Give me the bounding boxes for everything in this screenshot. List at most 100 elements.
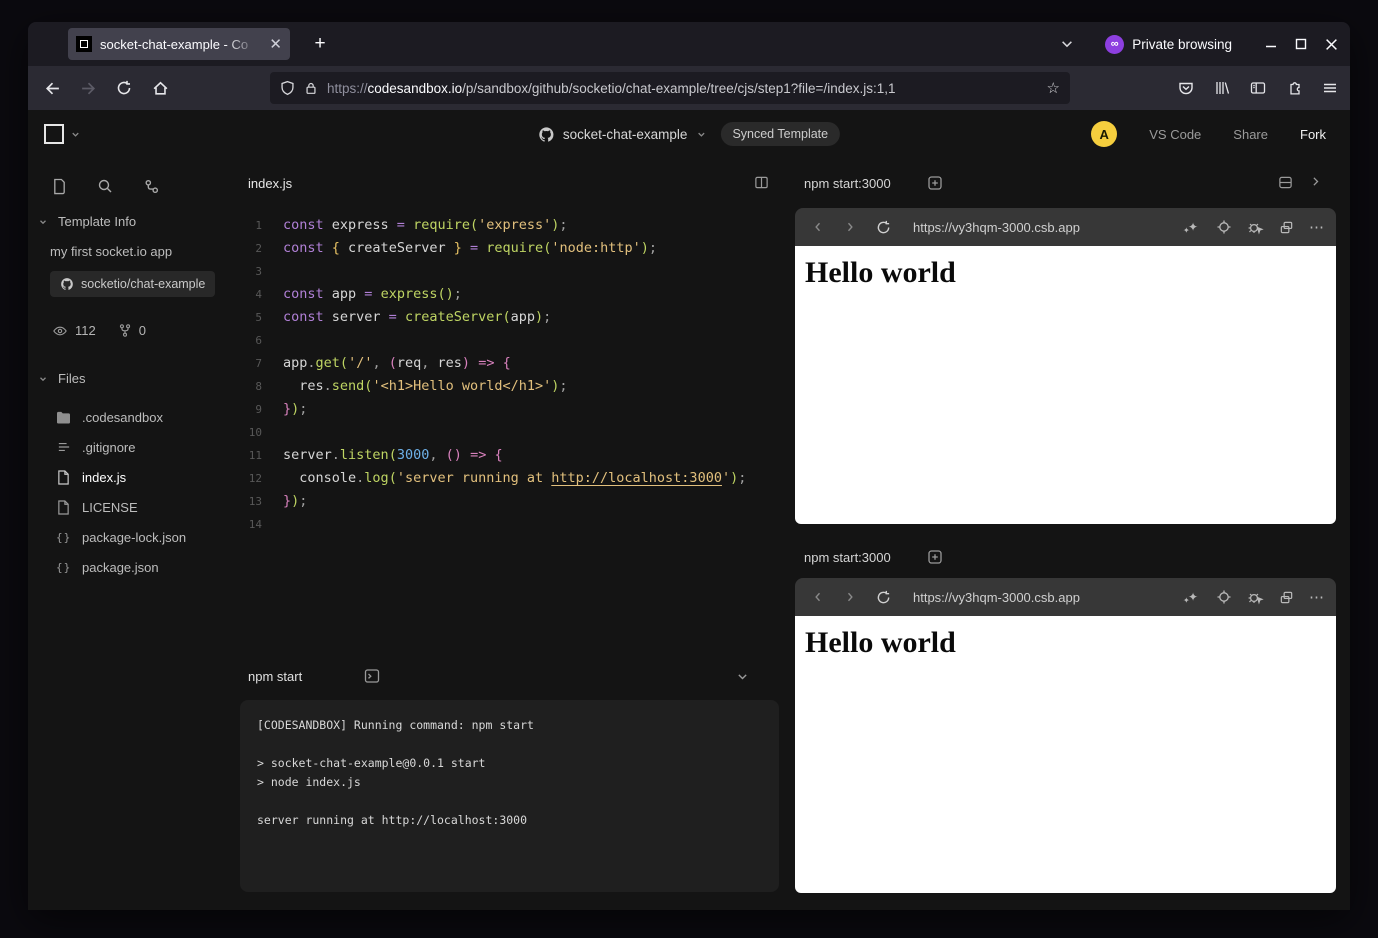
code-line[interactable]: 1const express = require('express'); <box>240 214 795 237</box>
code-line[interactable]: 8 res.send('<h1>Hello world</h1>'); <box>240 375 795 398</box>
project-title-group[interactable]: socket-chat-example Synced Template <box>538 110 840 158</box>
preview-back-icon[interactable] <box>807 221 829 233</box>
file-item-package-lock[interactable]: {} package-lock.json <box>56 526 186 548</box>
code-line[interactable]: 12 console.log('server running at http:/… <box>240 467 795 490</box>
back-button[interactable] <box>38 74 66 102</box>
preview-reload-icon[interactable] <box>871 590 895 605</box>
inspect-crosshair-icon[interactable] <box>1216 589 1232 605</box>
collapse-panel-chevron-icon[interactable] <box>1309 175 1322 190</box>
gitignore-list-icon <box>56 441 71 453</box>
code-editor[interactable]: 1const express = require('express');2con… <box>240 208 795 536</box>
search-icon[interactable] <box>97 178 113 194</box>
line-content: }); <box>283 490 307 513</box>
line-content: res.send('<h1>Hello world</h1>'); <box>283 375 568 398</box>
fork-button[interactable]: Fork <box>1300 127 1326 142</box>
inspect-crosshair-icon[interactable] <box>1216 219 1232 235</box>
hello-world-heading: Hello world <box>805 256 1336 290</box>
preview-tab[interactable]: npm start:3000 <box>804 550 891 565</box>
terminal-icon[interactable] <box>364 668 380 684</box>
more-options-icon[interactable]: ⋯ <box>1309 590 1324 605</box>
tab-close-icon[interactable]: ✕ <box>269 37 282 52</box>
split-editor-icon[interactable] <box>754 175 769 190</box>
code-line[interactable]: 7app.get('/', (req, res) => { <box>240 352 795 375</box>
add-preview-icon[interactable] <box>927 175 943 191</box>
preview-viewport-2[interactable]: Hello world <box>795 616 1336 893</box>
preview-reload-icon[interactable] <box>871 220 895 235</box>
browser-tab-bar: socket-chat-example - Co ✕ + ∞ Private b… <box>28 22 1350 66</box>
file-item-license[interactable]: LICENSE <box>56 496 138 518</box>
line-number: 3 <box>240 260 262 283</box>
file-item-indexjs[interactable]: index.js <box>56 466 126 488</box>
pocket-button[interactable] <box>1172 74 1200 102</box>
line-number: 4 <box>240 283 262 306</box>
bookmark-star-icon[interactable]: ☆ <box>1047 79 1060 97</box>
code-line[interactable]: 2const { createServer } = require('node:… <box>240 237 795 260</box>
browser-tab[interactable]: socket-chat-example - Co ✕ <box>68 28 290 60</box>
devtools-icon[interactable] <box>143 178 160 195</box>
vscode-button[interactable]: VS Code <box>1149 127 1201 142</box>
preview-tab[interactable]: npm start:3000 <box>804 176 891 191</box>
home-button[interactable] <box>146 74 174 102</box>
terminal-tab[interactable]: npm start <box>248 669 302 684</box>
views-stat: 112 <box>52 323 96 338</box>
menu-hamburger-button[interactable] <box>1316 74 1344 102</box>
ai-sparkles-icon[interactable]: ✦✦ <box>1183 589 1201 605</box>
url-bar[interactable]: https://codesandbox.io/p/sandbox/github/… <box>270 72 1070 104</box>
preview-viewport-1[interactable]: Hello world <box>795 246 1336 524</box>
code-line[interactable]: 5const server = createServer(app); <box>240 306 795 329</box>
file-item-codesandbox[interactable]: .codesandbox <box>56 406 163 428</box>
tracking-protection-shield-icon[interactable] <box>280 80 295 96</box>
code-line[interactable]: 14 <box>240 513 795 536</box>
duplicate-window-icon[interactable] <box>1279 220 1294 235</box>
preview-back-icon[interactable] <box>807 591 829 603</box>
split-horizontal-icon[interactable] <box>1278 175 1293 190</box>
code-line[interactable]: 13}); <box>240 490 795 513</box>
sidebar-toggle-button[interactable] <box>1244 74 1272 102</box>
files-section-header[interactable]: Files <box>38 371 85 386</box>
code-line[interactable]: 10 <box>240 421 795 444</box>
user-avatar[interactable]: A <box>1091 121 1117 147</box>
new-tab-button[interactable]: + <box>306 30 334 58</box>
line-number: 10 <box>240 421 262 444</box>
share-button[interactable]: Share <box>1233 127 1268 142</box>
close-button[interactable] <box>1316 29 1346 59</box>
collapse-terminal-chevron-icon[interactable] <box>736 670 749 683</box>
preview-forward-icon[interactable] <box>839 221 861 233</box>
list-all-tabs-chevron-icon[interactable] <box>1053 30 1081 58</box>
code-line[interactable]: 4const app = express(); <box>240 283 795 306</box>
terminal-line: > node index.js <box>257 773 762 792</box>
reload-button[interactable] <box>110 74 138 102</box>
template-info-section-header[interactable]: Template Info <box>38 214 136 229</box>
code-line[interactable]: 3 <box>240 260 795 283</box>
file-item-package[interactable]: {} package.json <box>56 556 159 578</box>
duplicate-window-icon[interactable] <box>1279 590 1294 605</box>
preview-url[interactable]: https://vy3hqm-3000.csb.app <box>913 220 1080 235</box>
debug-bug-icon[interactable] <box>1247 589 1264 605</box>
maximize-button[interactable] <box>1286 29 1316 59</box>
add-preview-icon[interactable] <box>927 549 943 565</box>
explorer-file-icon[interactable] <box>52 178 67 195</box>
debug-bug-icon[interactable] <box>1247 219 1264 235</box>
connection-lock-icon[interactable] <box>304 81 318 96</box>
repo-link[interactable]: socketio/chat-example <box>50 271 215 297</box>
preview-toolbar-actions: ✦✦ ⋯ <box>1183 219 1324 235</box>
terminal-output[interactable]: [CODESANDBOX] Running command: npm start… <box>240 700 779 892</box>
more-options-icon[interactable]: ⋯ <box>1309 220 1324 235</box>
minimize-button[interactable] <box>1256 29 1286 59</box>
codesandbox-favicon-icon <box>76 36 92 52</box>
line-number: 9 <box>240 398 262 421</box>
code-line[interactable]: 11server.listen(3000, () => { <box>240 444 795 467</box>
preview-strip-actions <box>1278 175 1322 190</box>
editor-tab-indexjs[interactable]: index.js <box>248 176 292 191</box>
file-item-gitignore[interactable]: .gitignore <box>56 436 135 458</box>
code-line[interactable]: 9}); <box>240 398 795 421</box>
library-button[interactable] <box>1208 74 1236 102</box>
preview-forward-icon[interactable] <box>839 591 861 603</box>
extensions-puzzle-button[interactable] <box>1280 74 1308 102</box>
preview-url[interactable]: https://vy3hqm-3000.csb.app <box>913 590 1080 605</box>
workspace-switcher[interactable] <box>44 124 81 144</box>
code-line[interactable]: 6 <box>240 329 795 352</box>
forward-button[interactable] <box>74 74 102 102</box>
ai-sparkles-icon[interactable]: ✦✦ <box>1183 219 1201 235</box>
line-number: 14 <box>240 513 262 536</box>
